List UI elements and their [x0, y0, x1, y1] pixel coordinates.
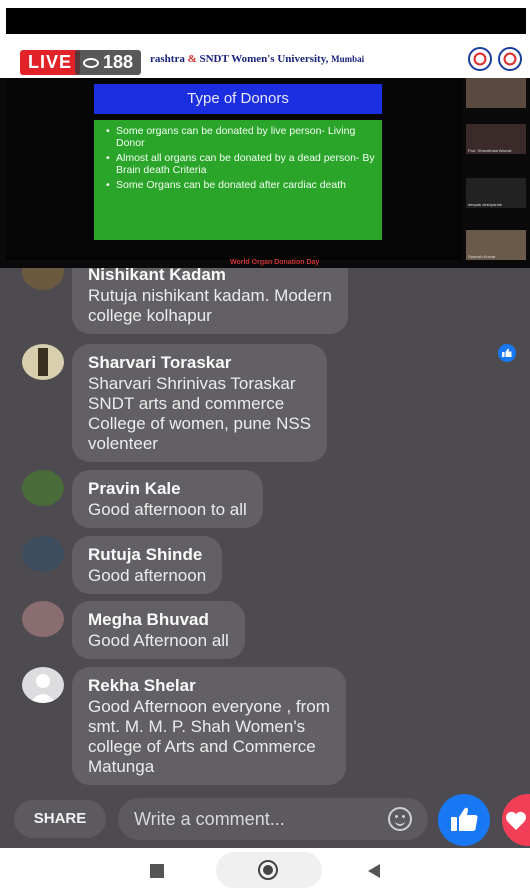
comment-placeholder: Write a comment... — [134, 809, 285, 829]
comment-item: Pravin Kale Good afternoon to all — [22, 470, 263, 528]
comment-item: Sharvari Toraskar Sharvari Shrinivas Tor… — [22, 344, 328, 462]
participant-panel: Prof. Shambhala Warvat deepak deshpande … — [466, 78, 526, 263]
mini-like-icon — [498, 344, 516, 362]
status-bar — [0, 0, 530, 42]
comment-text: volenteer — [88, 434, 158, 453]
comment-text: college kolhapur — [88, 306, 212, 325]
comment-bar: SHARE Write a comment... — [0, 790, 530, 848]
comment-text: SNDT arts and commerce — [88, 394, 285, 413]
comment-author[interactable]: Rekha Shelar — [88, 675, 330, 697]
status-bar-fill — [6, 8, 526, 34]
university-logo-icon — [468, 47, 492, 71]
comment-text: Good afternoon to all — [88, 500, 247, 519]
system-nav-bar — [0, 848, 530, 891]
nss-logo-icon — [498, 47, 522, 71]
comment-item: Rutuja Shinde Good afternoon — [22, 536, 223, 594]
comment-item: Megha Bhuvad Good Afternoon all — [22, 601, 245, 659]
slide-title: Type of Donors — [94, 84, 382, 114]
comment-item: Nishikant Kadam Rutuja nishikant kadam. … — [22, 268, 348, 334]
participant-tile — [466, 78, 526, 108]
recents-icon[interactable] — [150, 864, 164, 878]
back-icon[interactable] — [368, 864, 380, 878]
comment-text: Sharvari Shrinivas Toraskar — [88, 374, 296, 393]
comment-text: Good afternoon — [88, 566, 207, 585]
comment-author[interactable]: Sharvari Toraskar — [88, 352, 311, 374]
viewer-count: 188 — [103, 52, 134, 72]
love-icon — [506, 811, 526, 830]
live-badge: LIVE — [20, 50, 81, 75]
slide-body: Some organs can be donated by live perso… — [94, 120, 382, 240]
viewer-count-badge: 188 — [75, 50, 142, 75]
participant-tile: Santosh Kumar — [466, 230, 526, 260]
comment-bubble: Sharvari Toraskar Sharvari Shrinivas Tor… — [72, 344, 328, 462]
home-icon[interactable] — [258, 860, 278, 880]
participant-tile: Prof. Shambhala Warvat — [466, 124, 526, 154]
comment-bubble: Rekha Shelar Good Afternoon everyone , f… — [72, 667, 346, 785]
comment-bubble: Pravin Kale Good afternoon to all — [72, 470, 263, 528]
comment-text: Good Afternoon all — [88, 631, 229, 650]
love-button[interactable] — [502, 794, 530, 846]
comment-text: college of Arts and Commerce — [88, 737, 316, 756]
avatar[interactable] — [22, 536, 64, 572]
slide-bullet: Some organs can be donated by live perso… — [106, 125, 376, 149]
comment-bubble: Rutuja Shinde Good afternoon — [72, 536, 223, 594]
emoji-icon[interactable] — [388, 807, 412, 831]
comment-text: Matunga — [88, 757, 155, 776]
slide-bullet: Almost all organs can be donated by a de… — [106, 152, 376, 176]
like-icon — [451, 807, 478, 831]
avatar[interactable] — [22, 667, 64, 703]
avatar[interactable] — [22, 601, 64, 637]
comment-list[interactable]: Nishikant Kadam Rutuja nishikant kadam. … — [0, 268, 530, 848]
comment-text: Good Afternoon everyone , from — [88, 697, 330, 716]
eye-icon — [83, 57, 99, 68]
share-button[interactable]: SHARE — [14, 800, 106, 838]
comment-bubble: Megha Bhuvad Good Afternoon all — [72, 601, 245, 659]
comment-author[interactable]: Pravin Kale — [88, 478, 247, 500]
comment-author[interactable]: Megha Bhuvad — [88, 609, 229, 631]
participant-tile: deepak deshpande — [466, 178, 526, 208]
comment-author[interactable]: Nishikant Kadam — [88, 268, 332, 286]
comment-text: College of women, pune NSS — [88, 414, 312, 433]
avatar[interactable] — [22, 470, 64, 506]
avatar[interactable] — [22, 268, 64, 290]
slide-footer: World Organ Donation Day — [230, 259, 320, 266]
comment-author[interactable]: Rutuja Shinde — [88, 544, 206, 566]
avatar[interactable] — [22, 344, 64, 380]
like-button[interactable] — [438, 794, 490, 846]
live-video[interactable]: rashtra & SNDT Women's University, Mumba… — [0, 42, 530, 268]
banner-title: rashtra & SNDT Women's University, Mumba… — [150, 53, 365, 65]
presentation-slide: Type of Donors Some organs can be donate… — [6, 78, 462, 260]
slide-bullet: Some Organs can be donated after cardiac… — [106, 179, 376, 191]
comment-bubble: Nishikant Kadam Rutuja nishikant kadam. … — [72, 268, 348, 334]
comment-input[interactable]: Write a comment... — [118, 798, 428, 840]
comment-text: smt. M. M. P. Shah Women's — [88, 717, 306, 736]
comment-text: Rutuja nishikant kadam. Modern — [88, 286, 332, 305]
banner-logos — [468, 47, 522, 71]
comment-item: Rekha Shelar Good Afternoon everyone , f… — [22, 667, 346, 785]
